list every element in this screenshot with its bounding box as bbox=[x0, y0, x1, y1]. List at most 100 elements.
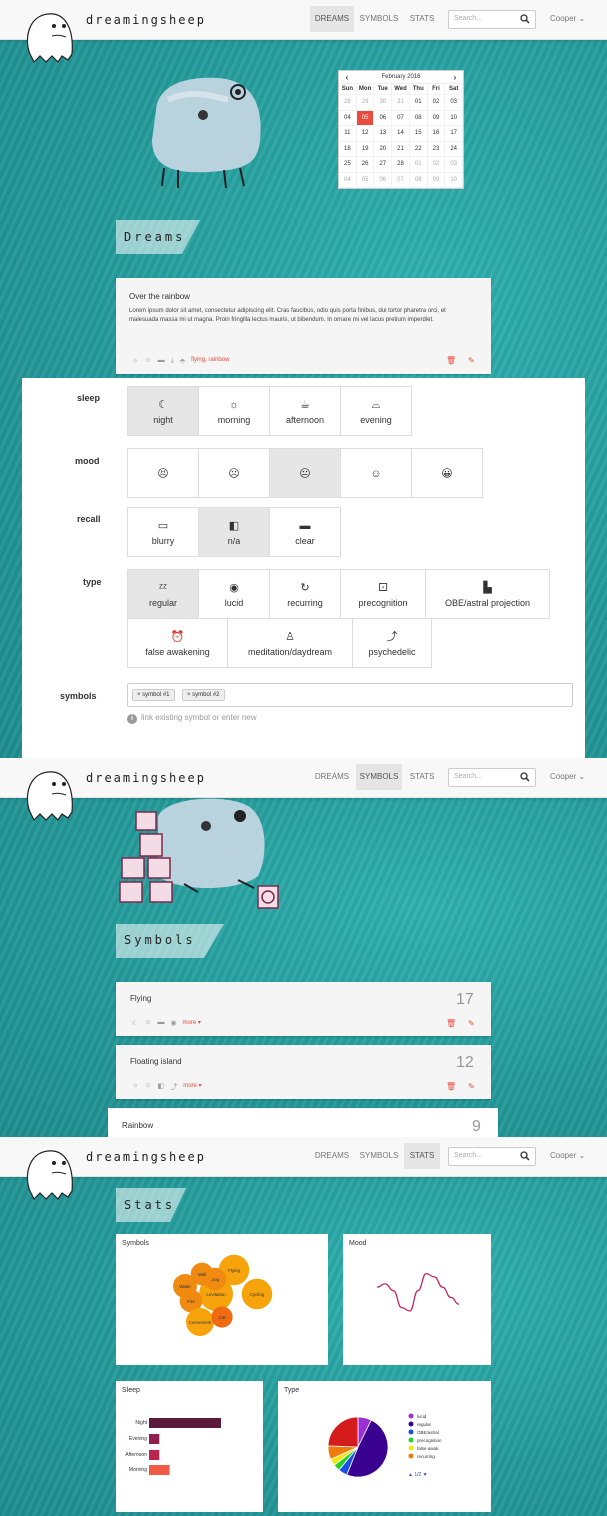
sleep-bar[interactable] bbox=[149, 1450, 160, 1460]
dream-title[interactable]: Over the rainbow bbox=[129, 292, 190, 301]
calendar-day[interactable]: 08 bbox=[409, 110, 428, 126]
nav-stats[interactable]: STATS bbox=[404, 1143, 440, 1169]
sleep-option[interactable]: ⌓ evening bbox=[340, 386, 412, 436]
calendar-day[interactable]: 03 bbox=[445, 157, 464, 173]
edit-icon[interactable]: ✎ bbox=[468, 1082, 475, 1091]
brand[interactable]: dreamingsheep bbox=[86, 771, 206, 785]
calendar-day[interactable]: 04 bbox=[339, 172, 357, 188]
calendar-day[interactable]: 31 bbox=[392, 95, 410, 111]
calendar-prev-button[interactable]: ‹ bbox=[341, 71, 353, 84]
calendar-day[interactable]: 13 bbox=[374, 126, 393, 142]
calendar-day[interactable]: 04 bbox=[339, 110, 357, 126]
search-input[interactable]: Search... bbox=[448, 768, 536, 787]
delete-icon[interactable]: 🗑 bbox=[446, 1082, 456, 1091]
type-option[interactable]: ᶻᶻ regular bbox=[127, 569, 199, 619]
type-option[interactable]: ▙ OBE/astral projection bbox=[425, 569, 550, 619]
nav-dreams[interactable]: DREAMS bbox=[310, 1143, 354, 1169]
calendar-day[interactable]: 17 bbox=[445, 126, 464, 142]
calendar-day[interactable]: 27 bbox=[374, 157, 393, 173]
delete-icon[interactable]: 🗑 bbox=[446, 1019, 456, 1028]
sleep-bar[interactable] bbox=[149, 1418, 221, 1428]
sheep-logo[interactable] bbox=[22, 10, 78, 66]
calendar-day[interactable]: 28 bbox=[392, 157, 410, 173]
sleep-bar[interactable] bbox=[149, 1465, 170, 1475]
symbol-card[interactable]: Flying 17 ☾ ☺ ▬ ◉ more ▾ 🗑 ✎ bbox=[116, 982, 491, 1036]
legend-pager[interactable]: ▲ 1/2 ▼ bbox=[408, 1472, 428, 1478]
calendar-day[interactable]: 15 bbox=[409, 126, 428, 142]
mood-option[interactable]: ☺ bbox=[340, 448, 412, 498]
dream-tags[interactable]: flying, rainbow bbox=[191, 357, 229, 365]
symbol-chip[interactable]: × symbol #1 bbox=[132, 689, 175, 701]
type-option[interactable]: ◉ lucid bbox=[198, 569, 270, 619]
calendar-day[interactable]: 16 bbox=[427, 126, 446, 142]
calendar-day[interactable]: 18 bbox=[339, 141, 357, 157]
type-option[interactable]: ♙ meditation/daydream bbox=[227, 618, 353, 668]
calendar-day[interactable]: 11 bbox=[339, 126, 357, 142]
calendar-day[interactable]: 03 bbox=[445, 95, 464, 111]
sleep-bar[interactable] bbox=[149, 1434, 160, 1444]
calendar-day[interactable]: 09 bbox=[427, 110, 446, 126]
calendar-day[interactable]: 25 bbox=[339, 157, 357, 173]
calendar-day[interactable]: 08 bbox=[409, 172, 428, 188]
more-dropdown[interactable]: more ▾ bbox=[183, 1019, 201, 1027]
recall-option[interactable]: ▭ blurry bbox=[127, 507, 199, 557]
calendar-day[interactable]: 02 bbox=[427, 95, 446, 111]
calendar-day[interactable]: 10 bbox=[445, 172, 464, 188]
user-menu[interactable]: Cooper ⌄ bbox=[550, 772, 585, 781]
mood-option[interactable]: ☹ bbox=[198, 448, 270, 498]
calendar-month-label[interactable]: February 2016 bbox=[381, 74, 420, 80]
mood-option[interactable]: 😐 bbox=[269, 448, 341, 498]
sheep-logo[interactable] bbox=[22, 1147, 78, 1203]
recall-option[interactable]: ▬ clear bbox=[269, 507, 341, 557]
calendar-day[interactable]: 21 bbox=[392, 141, 410, 157]
nav-stats[interactable]: STATS bbox=[404, 6, 440, 32]
mood-option[interactable]: 😣 bbox=[127, 448, 199, 498]
calendar-day[interactable]: 29 bbox=[356, 95, 375, 111]
user-menu[interactable]: Cooper ⌄ bbox=[550, 14, 585, 23]
nav-symbols[interactable]: SYMBOLS bbox=[356, 1143, 402, 1169]
calendar-day[interactable]: 10 bbox=[445, 110, 464, 126]
calendar-day[interactable]: 01 bbox=[409, 95, 428, 111]
calendar-day[interactable]: 24 bbox=[445, 141, 464, 157]
calendar-day[interactable]: 28 bbox=[339, 95, 357, 111]
delete-icon[interactable]: 🗑 bbox=[446, 356, 456, 365]
search-icon[interactable] bbox=[520, 14, 530, 24]
sheep-logo[interactable] bbox=[22, 768, 78, 824]
sleep-option[interactable]: ☕ afternoon bbox=[269, 386, 341, 436]
symbol-chip[interactable]: × symbol #2 bbox=[182, 689, 225, 701]
more-dropdown[interactable]: more ▾ bbox=[183, 1082, 201, 1092]
calendar-day[interactable]: 09 bbox=[427, 172, 446, 188]
nav-dreams[interactable]: DREAMS bbox=[310, 6, 354, 32]
recall-option[interactable]: ◧ n/a bbox=[198, 507, 270, 557]
calendar-day[interactable]: 19 bbox=[356, 141, 375, 157]
nav-symbols[interactable]: SYMBOLS bbox=[356, 764, 402, 790]
nav-stats[interactable]: STATS bbox=[404, 764, 440, 790]
calendar-day[interactable]: 05 bbox=[356, 172, 375, 188]
calendar-day[interactable]: 06 bbox=[374, 110, 393, 126]
sleep-option[interactable]: ☾ night bbox=[127, 386, 199, 436]
search-icon[interactable] bbox=[520, 772, 530, 782]
calendar-day[interactable]: 26 bbox=[356, 157, 375, 173]
symbols-input[interactable]: × symbol #1 × symbol #2 bbox=[127, 683, 573, 707]
calendar-day[interactable]: 14 bbox=[392, 126, 410, 142]
calendar-day[interactable]: 06 bbox=[374, 172, 393, 188]
type-option[interactable]: ⚀ precognition bbox=[340, 569, 426, 619]
search-input[interactable]: Search... bbox=[448, 10, 536, 29]
calendar-day[interactable]: 05 bbox=[356, 110, 375, 126]
edit-icon[interactable]: ✎ bbox=[468, 1019, 475, 1028]
brand[interactable]: dreamingsheep bbox=[86, 1150, 206, 1164]
mood-option[interactable]: 😀 bbox=[411, 448, 483, 498]
calendar-day[interactable]: 22 bbox=[409, 141, 428, 157]
symbol-name[interactable]: Flying bbox=[130, 994, 151, 1003]
nav-dreams[interactable]: DREAMS bbox=[310, 764, 354, 790]
dream-card[interactable]: Over the rainbow Lorem ipsum dolor sit a… bbox=[116, 278, 491, 374]
brand[interactable]: dreamingsheep bbox=[86, 13, 206, 27]
edit-icon[interactable]: ✎ bbox=[468, 356, 475, 365]
calendar-day[interactable]: 07 bbox=[392, 110, 410, 126]
calendar-day[interactable]: 07 bbox=[392, 172, 410, 188]
calendar-day[interactable]: 20 bbox=[374, 141, 393, 157]
type-option[interactable]: ↻ recurring bbox=[269, 569, 341, 619]
search-input[interactable]: Search... bbox=[448, 1147, 536, 1166]
calendar-day[interactable]: 30 bbox=[374, 95, 393, 111]
calendar-day[interactable]: 23 bbox=[427, 141, 446, 157]
